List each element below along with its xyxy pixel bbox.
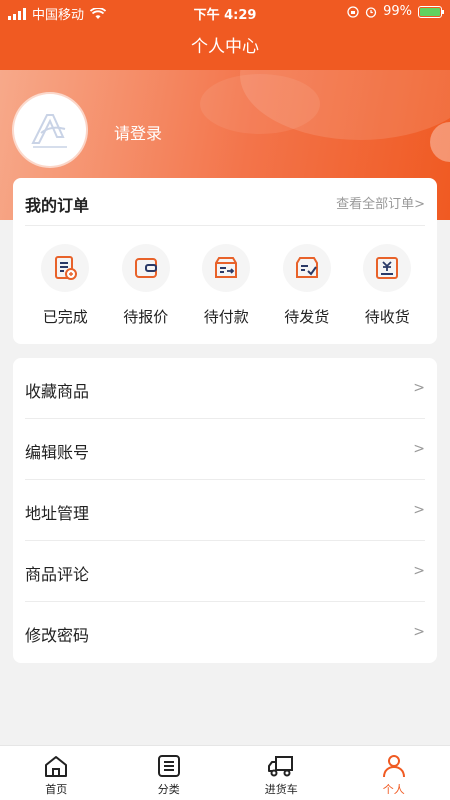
menu-item-reviews[interactable]: 商品评论 > xyxy=(25,541,425,602)
tab-label: 首页 xyxy=(45,783,68,796)
order-shipping-pending-button[interactable]: 待发货 xyxy=(267,244,348,327)
tab-label: 个人 xyxy=(382,783,405,796)
menu-item-change-password[interactable]: 修改密码 > xyxy=(25,602,425,663)
order-receive-pending-label: 待收货 xyxy=(364,308,410,326)
receive-icon xyxy=(363,244,412,292)
home-icon xyxy=(0,753,113,779)
menu-item-label: 编辑账号 xyxy=(25,443,90,462)
alarm-icon xyxy=(365,6,377,18)
page-title: 个人中心 xyxy=(0,24,450,70)
logo-icon xyxy=(31,114,67,148)
orders-header: 我的订单 查看全部订单> xyxy=(25,178,425,226)
completed-order-icon xyxy=(41,244,90,292)
tab-home[interactable]: 首页 xyxy=(0,746,113,800)
chevron-right-icon: > xyxy=(413,380,425,396)
order-shipping-pending-label: 待发货 xyxy=(284,308,330,326)
status-bar: 中国移动 下午 4:29 99% xyxy=(0,0,450,24)
chevron-right-icon: > xyxy=(413,441,425,457)
person-icon xyxy=(338,753,450,779)
my-orders-card: 我的订单 查看全部订单> 已完成 待报价 待付款 待发货 待收货 xyxy=(13,178,437,344)
chevron-right-icon: > xyxy=(413,563,425,579)
status-right: 99% xyxy=(347,4,444,19)
wallet-icon xyxy=(121,244,170,292)
menu-item-edit-account[interactable]: 编辑账号 > xyxy=(25,419,425,480)
battery-percent: 99% xyxy=(383,4,412,19)
menu-item-address[interactable]: 地址管理 > xyxy=(25,480,425,541)
login-link[interactable]: 请登录 xyxy=(114,120,162,144)
menu-item-label: 地址管理 xyxy=(25,504,90,523)
settings-menu-card: 收藏商品 > 编辑账号 > 地址管理 > 商品评论 > 修改密码 > xyxy=(13,358,437,663)
view-all-orders-link[interactable]: 查看全部订单> xyxy=(336,193,425,212)
battery-icon xyxy=(418,5,444,18)
order-receive-pending-button[interactable]: 待收货 xyxy=(347,244,428,327)
orders-title: 我的订单 xyxy=(25,196,90,215)
chevron-right-icon: > xyxy=(413,502,425,518)
menu-item-label: 收藏商品 xyxy=(25,382,90,401)
decor-blob xyxy=(430,122,450,162)
tab-category[interactable]: 分类 xyxy=(113,746,226,800)
order-quote-pending-label: 待报价 xyxy=(123,308,169,326)
tab-label: 进货车 xyxy=(264,783,298,796)
chevron-right-icon: > xyxy=(413,624,425,640)
avatar[interactable] xyxy=(14,94,86,166)
menu-item-label: 修改密码 xyxy=(25,626,90,645)
menu-item-label: 商品评论 xyxy=(25,565,90,584)
order-completed-label: 已完成 xyxy=(42,308,88,326)
battery-fill xyxy=(420,7,440,16)
order-status-row: 已完成 待报价 待付款 待发货 待收货 xyxy=(13,244,437,327)
menu-item-favorites[interactable]: 收藏商品 > xyxy=(25,358,425,419)
shipping-icon xyxy=(282,244,331,292)
rotation-lock-icon xyxy=(347,5,359,18)
order-payment-pending-label: 待付款 xyxy=(203,308,249,326)
order-quote-pending-button[interactable]: 待报价 xyxy=(106,244,187,327)
tab-profile[interactable]: 个人 xyxy=(338,746,450,800)
order-payment-pending-button[interactable]: 待付款 xyxy=(186,244,267,327)
category-icon xyxy=(113,753,226,779)
tab-label: 分类 xyxy=(157,783,180,796)
payment-icon xyxy=(202,244,251,292)
tab-cart[interactable]: 进货车 xyxy=(225,746,338,800)
order-completed-button[interactable]: 已完成 xyxy=(25,244,106,327)
truck-icon xyxy=(225,753,338,779)
bottom-tab-bar: 首页 分类 进货车 个人 xyxy=(0,745,450,800)
